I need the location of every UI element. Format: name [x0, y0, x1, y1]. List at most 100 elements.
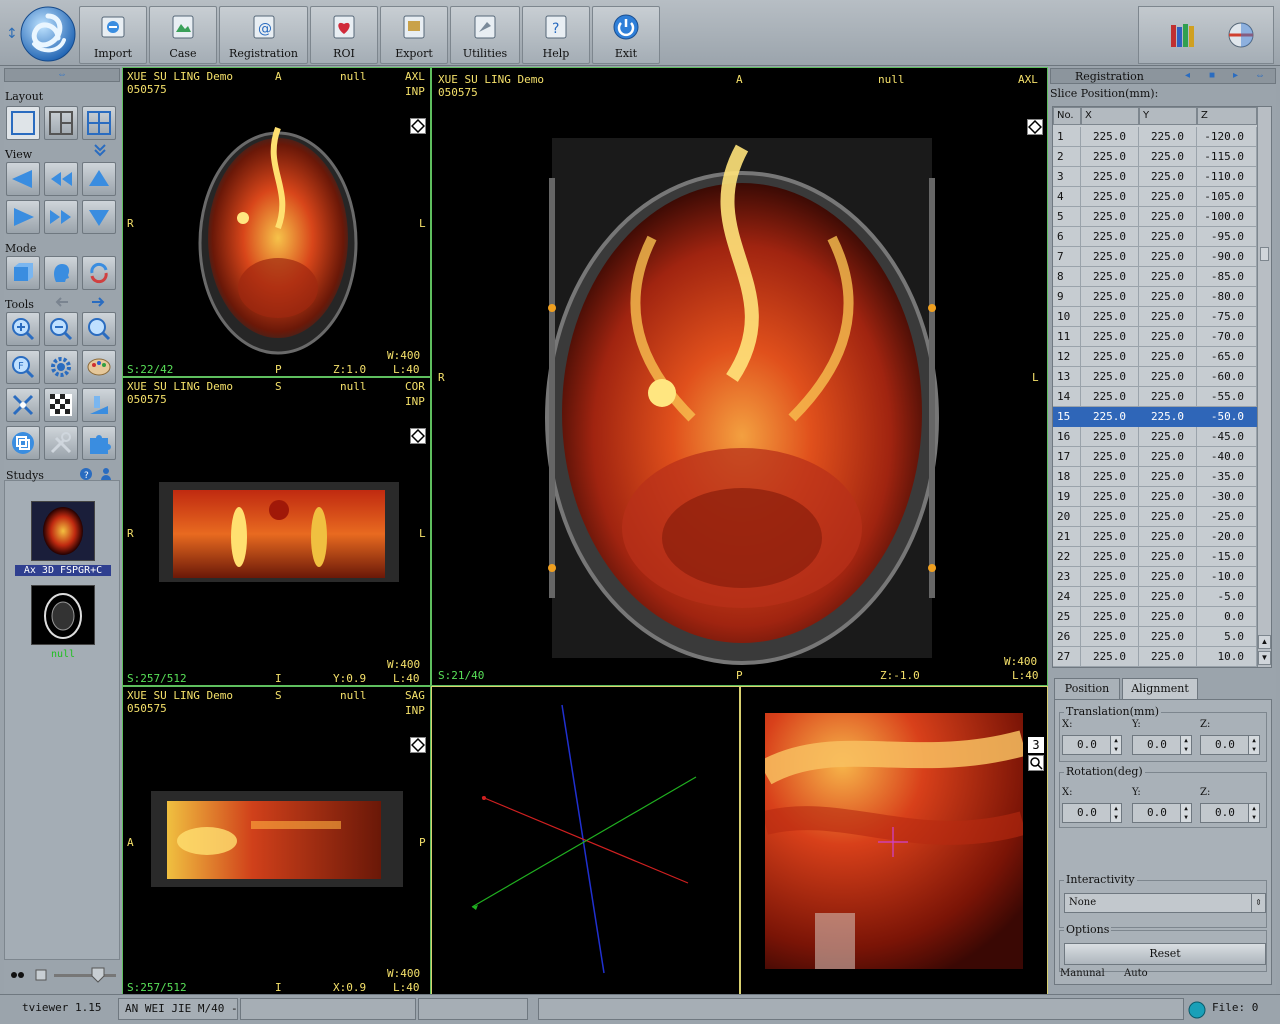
plugin-button[interactable]: [82, 426, 116, 460]
layout-four-button[interactable]: [82, 106, 116, 140]
checkerboard-button[interactable]: [44, 388, 78, 422]
study-label-1[interactable]: Ax 3D FSPGR+C: [15, 565, 111, 576]
zoom-viewport[interactable]: 3: [740, 686, 1048, 995]
palette-button[interactable]: [82, 350, 116, 384]
reset-view-icon[interactable]: [1027, 119, 1043, 135]
column-header-x[interactable]: X: [1081, 107, 1139, 125]
translation-z-spinner[interactable]: 0.0 ▲ ▼: [1200, 735, 1260, 755]
table-row[interactable]: 13 225.0 225.0 -60.0: [1053, 367, 1257, 387]
table-row[interactable]: 2 225.0 225.0 -115.0: [1053, 147, 1257, 167]
zoom-out-button[interactable]: [44, 312, 78, 346]
table-row[interactable]: 12 225.0 225.0 -65.0: [1053, 347, 1257, 367]
zoom-tool-icon[interactable]: [1028, 755, 1044, 771]
table-row[interactable]: 9 225.0 225.0 -80.0: [1053, 287, 1257, 307]
panel-collapse-handle[interactable]: ⇔: [4, 68, 120, 82]
zoom-slider[interactable]: [8, 966, 118, 986]
toolbar-grip-icon[interactable]: ↕: [6, 26, 18, 46]
prev-icon[interactable]: ◂: [1185, 70, 1190, 81]
scroll-thumb[interactable]: [1260, 247, 1269, 261]
scroll-down-icon[interactable]: ▼: [1258, 651, 1271, 665]
export-button[interactable]: Export: [380, 6, 448, 64]
reset-view-icon[interactable]: [410, 118, 426, 134]
table-row[interactable]: 22 225.0 225.0 -15.0: [1053, 547, 1257, 567]
info-icon[interactable]: ?: [79, 467, 93, 481]
table-row[interactable]: 21 225.0 225.0 -20.0: [1053, 527, 1257, 547]
rotation-y-spinner[interactable]: 0.0 ▲ ▼: [1132, 803, 1192, 823]
table-row[interactable]: 24 225.0 225.0 -5.0: [1053, 587, 1257, 607]
crosshair-button[interactable]: [6, 388, 40, 422]
scroll-up-icon[interactable]: ▲: [1258, 635, 1271, 649]
view-left-button[interactable]: [6, 162, 40, 196]
spinner-arrows-icon[interactable]: ▲ ▼: [1110, 736, 1121, 754]
view-down-button[interactable]: [82, 200, 116, 234]
axial-main-viewport[interactable]: XUE SU LING Demo 050575 A null AXL R L W…: [431, 67, 1048, 686]
zoom-in-button[interactable]: [6, 312, 40, 346]
spinner-arrows-icon[interactable]: ▲ ▼: [1248, 804, 1259, 822]
case-button[interactable]: Case: [149, 6, 217, 64]
view-up-button[interactable]: [82, 162, 116, 196]
tab-auto[interactable]: Auto: [1124, 968, 1148, 982]
roi-button[interactable]: ROI: [310, 6, 378, 64]
column-header-y[interactable]: Y: [1139, 107, 1197, 125]
books-icon[interactable]: [1167, 21, 1199, 51]
table-row[interactable]: 23 225.0 225.0 -10.0: [1053, 567, 1257, 587]
tab-manual[interactable]: Manunal: [1060, 968, 1105, 982]
table-row[interactable]: 7 225.0 225.0 -90.0: [1053, 247, 1257, 267]
table-row[interactable]: 6 225.0 225.0 -95.0: [1053, 227, 1257, 247]
table-row[interactable]: 3 225.0 225.0 -110.0: [1053, 167, 1257, 187]
mode-3d-button[interactable]: [44, 256, 78, 290]
utilities-button[interactable]: Utilities: [450, 6, 520, 64]
table-row[interactable]: 5 225.0 225.0 -100.0: [1053, 207, 1257, 227]
measure-button[interactable]: [82, 388, 116, 422]
table-row[interactable]: 16 225.0 225.0 -45.0: [1053, 427, 1257, 447]
3d-axes-viewport[interactable]: [431, 686, 740, 995]
study-thumbnail-1[interactable]: [31, 501, 95, 561]
spinner-arrows-icon[interactable]: ▲ ▼: [1110, 804, 1121, 822]
tab-position[interactable]: Position: [1054, 678, 1120, 700]
table-row[interactable]: 17 225.0 225.0 -40.0: [1053, 447, 1257, 467]
rotation-x-spinner[interactable]: 0.0 ▲ ▼: [1062, 803, 1122, 823]
rotation-z-spinner[interactable]: 0.0 ▲ ▼: [1200, 803, 1260, 823]
expand-icon[interactable]: ⇔: [1255, 70, 1265, 81]
tools-button[interactable]: [44, 426, 78, 460]
tab-alignment[interactable]: Alignment: [1122, 678, 1198, 700]
globe-icon[interactable]: [1225, 19, 1257, 51]
registration-button[interactable]: @ Registration: [219, 6, 308, 64]
overlay-button[interactable]: [6, 426, 40, 460]
magnifier-button[interactable]: [82, 312, 116, 346]
mode-rotate-button[interactable]: [82, 256, 116, 290]
table-scrollbar[interactable]: ▲ ▼: [1257, 107, 1271, 667]
spinner-arrows-icon[interactable]: ▲ ▼: [1248, 736, 1259, 754]
translation-x-spinner[interactable]: 0.0 ▲ ▼: [1062, 735, 1122, 755]
table-row[interactable]: 19 225.0 225.0 -30.0: [1053, 487, 1257, 507]
study-label-2[interactable]: null: [15, 649, 111, 660]
view-rewind-button[interactable]: [44, 162, 78, 196]
table-row[interactable]: 8 225.0 225.0 -85.0: [1053, 267, 1257, 287]
table-row[interactable]: 27 225.0 225.0 10.0: [1053, 647, 1257, 667]
table-row[interactable]: 15 225.0 225.0 -50.0: [1053, 407, 1257, 427]
help-button[interactable]: ? Help: [522, 6, 590, 64]
back-arrow-icon[interactable]: [54, 296, 70, 308]
view-forward-button[interactable]: [44, 200, 78, 234]
sagittal-viewport[interactable]: XUE SU LING Demo 050575 S null SAG INP A…: [122, 686, 431, 995]
forward-arrow-icon[interactable]: [90, 296, 106, 308]
reset-button[interactable]: Reset: [1064, 943, 1266, 965]
table-row[interactable]: 10 225.0 225.0 -75.0: [1053, 307, 1257, 327]
table-row[interactable]: 4 225.0 225.0 -105.0: [1053, 187, 1257, 207]
exit-button[interactable]: Exit: [592, 6, 660, 64]
table-row[interactable]: 20 225.0 225.0 -25.0: [1053, 507, 1257, 527]
spinner-arrows-icon[interactable]: ▲ ▼: [1180, 736, 1191, 754]
fit-button[interactable]: F: [6, 350, 40, 384]
interactivity-select[interactable]: None ⇕: [1064, 893, 1266, 913]
user-icon[interactable]: [99, 467, 113, 481]
axial-small-viewport[interactable]: XUE SU LING Demo 050575 A null AXL INP R…: [122, 67, 431, 377]
reset-view-icon[interactable]: [410, 428, 426, 444]
mode-2d-button[interactable]: [6, 256, 40, 290]
reset-view-icon[interactable]: [410, 737, 426, 753]
layout-single-button[interactable]: [6, 106, 40, 140]
table-row[interactable]: 25 225.0 225.0 0.0: [1053, 607, 1257, 627]
slice-position-table[interactable]: No. X Y Z 1 225.0 225.0 -120.0 2 225.0 225.0 -1…: [1052, 106, 1272, 668]
import-button[interactable]: Import: [79, 6, 147, 64]
settings-button[interactable]: [44, 350, 78, 384]
table-row[interactable]: 11 225.0 225.0 -70.0: [1053, 327, 1257, 347]
